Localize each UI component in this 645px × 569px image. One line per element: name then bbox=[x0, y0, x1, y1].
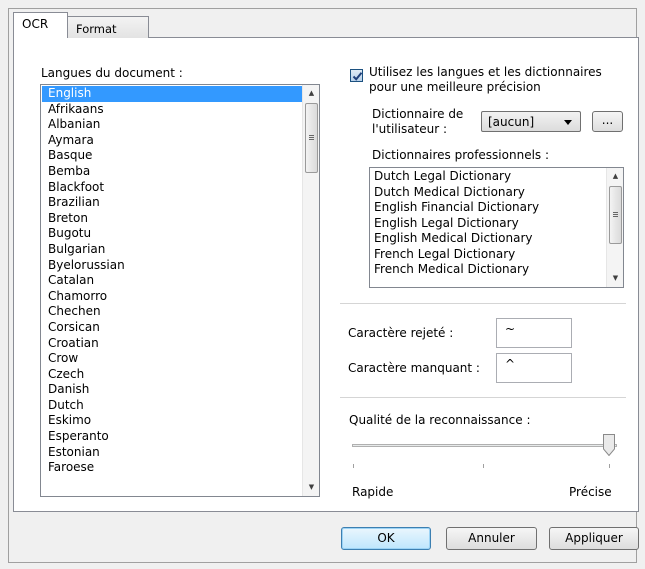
rejected-char-input[interactable]: ~ bbox=[496, 318, 572, 348]
scroll-down-icon[interactable]: ▼ bbox=[607, 270, 623, 287]
dictionary-item[interactable]: English Legal Dictionary bbox=[372, 216, 604, 232]
language-item[interactable]: English bbox=[42, 86, 303, 102]
rejected-char-label: Caractère rejeté : bbox=[348, 326, 454, 340]
slider-tick bbox=[483, 464, 484, 468]
quality-min-label: Rapide bbox=[352, 485, 394, 499]
ok-button[interactable]: OK bbox=[341, 527, 431, 550]
apply-button[interactable]: Appliquer bbox=[549, 527, 639, 550]
dictionary-list-scrollbar[interactable]: ▲ ▼ bbox=[606, 168, 623, 287]
languages-label: Langues du document : bbox=[41, 66, 183, 80]
language-item[interactable]: Blackfoot bbox=[42, 180, 303, 196]
slider-tick bbox=[609, 464, 610, 468]
chevron-down-icon bbox=[564, 120, 572, 125]
cancel-button[interactable]: Annuler bbox=[446, 527, 537, 550]
language-item[interactable]: Brazilian bbox=[42, 195, 303, 211]
dictionary-list-items: Dutch Legal Dictionary Dutch Medical Dict… bbox=[372, 169, 604, 278]
language-item[interactable]: Chamorro bbox=[42, 289, 303, 305]
language-item[interactable]: Crow bbox=[42, 351, 303, 367]
missing-char-label: Caractère manquant : bbox=[348, 361, 480, 375]
use-dictionaries-checkbox[interactable] bbox=[350, 69, 363, 82]
checkmark-icon bbox=[352, 72, 363, 81]
quality-label: Qualité de la reconnaissance : bbox=[349, 413, 531, 427]
dictionary-item[interactable]: French Medical Dictionary bbox=[372, 262, 604, 278]
missing-char-input[interactable]: ^ bbox=[496, 353, 572, 383]
language-item[interactable]: Afrikaans bbox=[42, 102, 303, 118]
separator bbox=[340, 397, 626, 398]
language-item[interactable]: Bugotu bbox=[42, 226, 303, 242]
professional-dictionaries-label: Dictionnaires professionnels : bbox=[372, 148, 550, 162]
dictionary-item[interactable]: Dutch Medical Dictionary bbox=[372, 185, 604, 201]
slider-tick bbox=[353, 464, 354, 468]
scroll-up-icon[interactable]: ▲ bbox=[303, 85, 319, 102]
separator bbox=[340, 303, 626, 304]
browse-dictionary-button[interactable]: ... bbox=[592, 111, 623, 132]
language-item[interactable]: Basque bbox=[42, 148, 303, 164]
language-item[interactable]: Albanian bbox=[42, 117, 303, 133]
dictionary-item[interactable]: English Financial Dictionary bbox=[372, 200, 604, 216]
quality-slider-thumb[interactable] bbox=[603, 434, 615, 456]
language-item[interactable]: Dutch bbox=[42, 398, 303, 414]
language-item[interactable]: Esperanto bbox=[42, 429, 303, 445]
scroll-thumb[interactable] bbox=[305, 103, 318, 173]
dictionary-item[interactable]: Dutch Legal Dictionary bbox=[372, 169, 604, 185]
language-item[interactable]: Bemba bbox=[42, 164, 303, 180]
language-item[interactable]: Danish bbox=[42, 382, 303, 398]
user-dictionary-label-2: l'utilisateur : bbox=[372, 122, 448, 136]
language-list-items: English Afrikaans Albanian Aymara Basque Bemb… bbox=[42, 86, 303, 476]
quality-max-label: Précise bbox=[569, 485, 612, 499]
scroll-thumb[interactable] bbox=[609, 186, 622, 244]
language-item[interactable]: Bulgarian bbox=[42, 242, 303, 258]
user-dictionary-value: [aucun] bbox=[488, 115, 535, 129]
dictionary-item[interactable]: French Legal Dictionary bbox=[372, 247, 604, 263]
use-dictionaries-label-1: Utilisez les langues et les dictionnaire… bbox=[369, 65, 602, 79]
language-item[interactable]: Eskimo bbox=[42, 413, 303, 429]
dictionary-item[interactable]: English Medical Dictionary bbox=[372, 231, 604, 247]
user-dictionary-label-1: Dictionnaire de bbox=[372, 107, 464, 121]
language-item[interactable]: Corsican bbox=[42, 320, 303, 336]
language-item[interactable]: Czech bbox=[42, 367, 303, 383]
scroll-down-icon[interactable]: ▼ bbox=[303, 479, 319, 496]
language-item[interactable]: Croatian bbox=[42, 336, 303, 352]
language-item[interactable]: Chechen bbox=[42, 304, 303, 320]
language-list-scrollbar[interactable]: ▲ ▼ bbox=[302, 85, 319, 496]
quality-slider-track[interactable] bbox=[352, 444, 617, 447]
language-item[interactable]: Breton bbox=[42, 211, 303, 227]
language-item[interactable]: Estonian bbox=[42, 445, 303, 461]
language-list[interactable]: English Afrikaans Albanian Aymara Basque Bemb… bbox=[40, 84, 320, 497]
scroll-up-icon[interactable]: ▲ bbox=[607, 168, 623, 185]
use-dictionaries-label-2: pour une meilleure précision bbox=[369, 80, 541, 94]
language-item[interactable]: Byelorussian bbox=[42, 258, 303, 274]
user-dictionary-select[interactable]: [aucun] bbox=[481, 111, 581, 132]
professional-dictionaries-list[interactable]: Dutch Legal Dictionary Dutch Medical Dict… bbox=[369, 167, 624, 288]
language-item[interactable]: Faroese bbox=[42, 460, 303, 476]
language-item[interactable]: Catalan bbox=[42, 273, 303, 289]
language-item[interactable]: Aymara bbox=[42, 133, 303, 149]
